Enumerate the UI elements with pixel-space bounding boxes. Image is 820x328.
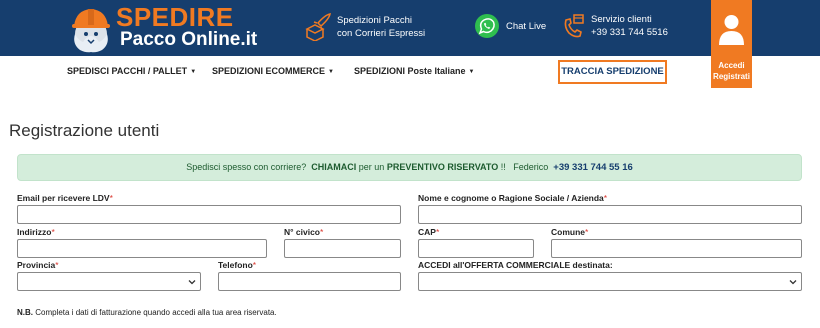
- user-icon: [719, 15, 744, 45]
- customer-service-phone: +39 331 744 5516: [591, 27, 668, 38]
- nav-spedisci-pacchi[interactable]: SPEDISCI PACCHI / PALLET ▼: [67, 66, 196, 76]
- billing-note: N.B. Completa i dati di fatturazione qua…: [17, 308, 277, 317]
- site-header: SPEDIRE Pacco Online.it Spedizioni Pacch…: [0, 0, 820, 56]
- brand-name-bottom: Pacco Online.it: [120, 29, 258, 50]
- page-title: Registrazione utenti: [9, 121, 160, 140]
- telefono-label: Telefono*: [218, 260, 257, 270]
- alert-preventivo: PREVENTIVO RISERVATO: [386, 162, 499, 172]
- nav-spedizioni-ecommerce-label: SPEDIZIONI ECOMMERCE: [212, 66, 326, 76]
- cap-label: CAP*: [418, 227, 440, 237]
- address-field[interactable]: [17, 239, 267, 258]
- alert-call: CHIAMACI: [311, 162, 357, 172]
- offerta-label: ACCEDI all'OFFERTA COMMERCIALE destinata…: [418, 260, 613, 270]
- alert-phone[interactable]: +39 331 744 55 16: [553, 162, 633, 173]
- comune-field[interactable]: [551, 239, 802, 258]
- provincia-select[interactable]: [17, 272, 201, 291]
- nav-spedisci-pacchi-label: SPEDISCI PACCHI / PALLET: [67, 66, 188, 76]
- chevron-down-icon: ▼: [190, 69, 197, 75]
- promo-alert: Spedisci spesso con corriere? CHIAMACI p…: [17, 154, 802, 181]
- comune-label: Comune*: [551, 227, 589, 237]
- chevron-down-icon: [188, 280, 196, 285]
- whatsapp-icon: [475, 14, 499, 38]
- login-register-button[interactable]: Accedi Registrati: [711, 0, 752, 88]
- chat-live-label: Chat Live: [506, 20, 547, 32]
- track-shipment-button[interactable]: TRACCIA SPEDIZIONE: [558, 60, 667, 84]
- civic-number-label: N° civico*: [284, 227, 324, 237]
- customer-service-label: Servizio clienti: [591, 14, 652, 25]
- provincia-label: Provincia*: [17, 260, 59, 270]
- offerta-select[interactable]: [418, 272, 802, 291]
- cap-field[interactable]: [418, 239, 534, 258]
- login-label: Accedi: [718, 61, 745, 70]
- name-field[interactable]: [418, 205, 802, 224]
- chevron-down-icon: ▼: [328, 69, 334, 75]
- name-label: Nome e cognome o Ragione Sociale / Azien…: [418, 193, 608, 203]
- alert-exclaim: !!: [500, 162, 506, 172]
- parcel-rocket-icon: [305, 13, 331, 41]
- nav-spedizioni-poste[interactable]: SPEDIZIONI Poste Italiane ▼: [354, 66, 474, 76]
- nav-spedizioni-poste-label: SPEDIZIONI Poste Italiane: [354, 66, 466, 76]
- customer-service-info[interactable]: Servizio clienti +39 331 744 5516: [563, 13, 668, 39]
- brand-name-top: SPEDIRE: [116, 2, 234, 32]
- telefono-field[interactable]: [218, 272, 401, 291]
- note-nb: N.B.: [17, 308, 33, 317]
- register-label: Registrati: [713, 72, 750, 81]
- email-field[interactable]: [17, 205, 401, 224]
- lion-logo-icon: [72, 9, 110, 53]
- alert-per-un: per un: [358, 162, 385, 172]
- chat-live-link[interactable]: Chat Live: [474, 13, 546, 39]
- note-text: Completa i dati di fatturazione quando a…: [35, 308, 277, 317]
- header-shipping-info[interactable]: Spedizioni Pacchi con Corrieri Espressi: [303, 13, 425, 41]
- address-label: Indirizzo*: [17, 227, 55, 237]
- chevron-down-icon: [789, 280, 797, 285]
- site-logo[interactable]: SPEDIRE Pacco Online.it: [66, 2, 266, 54]
- shipping-info-line1: Spedizioni Pacchi: [337, 15, 412, 26]
- civic-number-field[interactable]: [284, 239, 401, 258]
- shipping-info-line2: con Corrieri Espressi: [337, 28, 426, 39]
- phone-parcel-icon: [564, 14, 584, 38]
- chevron-down-icon: ▼: [468, 69, 475, 75]
- nav-spedizioni-ecommerce[interactable]: SPEDIZIONI ECOMMERCE ▼: [212, 66, 334, 76]
- email-label: Email per ricevere LDV*: [17, 193, 113, 203]
- alert-question: Spedisci spesso con corriere?: [186, 162, 307, 172]
- alert-contact-name: Federico: [513, 162, 549, 172]
